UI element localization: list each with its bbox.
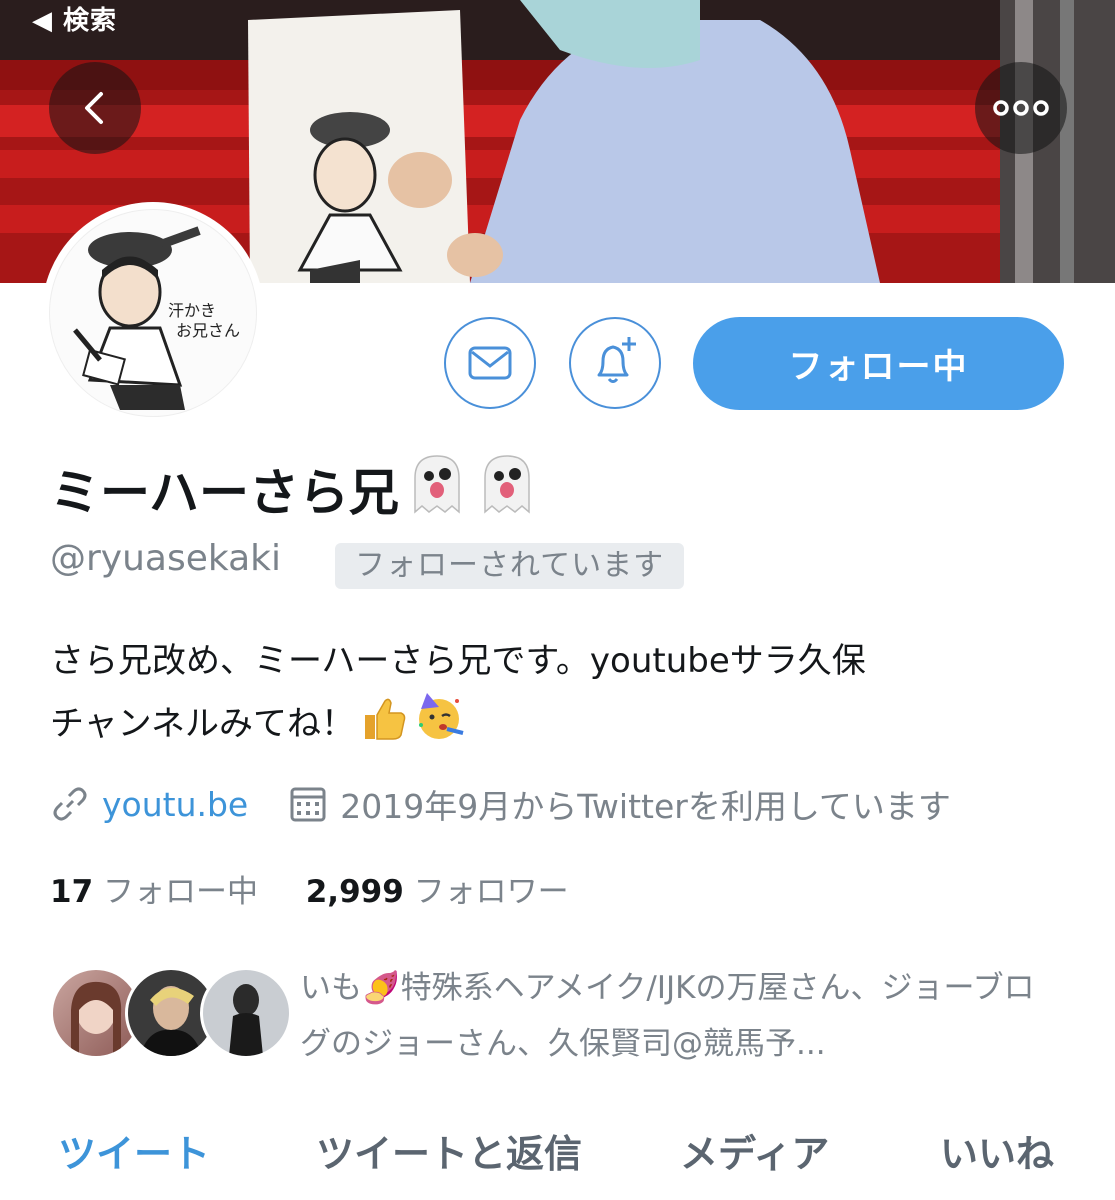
user-handle: @ryuasekaki [50,538,282,579]
svg-text:汗かき: 汗かき [168,302,216,320]
profile-meta: youtu.be 2019年9月からTwitterを利用しています [50,780,951,828]
followers-label: フォロワー [413,874,569,910]
back-icon [85,92,103,124]
profile-tabs: ツイート ツイートと返信 メディア いいね [0,1115,1115,1200]
tab-likes[interactable]: いいね [940,1123,1054,1178]
mail-icon [468,346,512,380]
bell-plus-icon [597,337,636,383]
follows-you-badge: フォローされています [335,543,685,589]
followers-count: 2,999 [305,874,404,910]
follow-stats: 17 フォロー中 2,999 フォロワー [50,866,569,911]
profile-link[interactable]: youtu.be [102,785,248,824]
following-label: フォロー中 [103,874,258,910]
calendar-icon [290,787,326,822]
tab-tweets-replies[interactable]: ツイートと返信 [316,1123,582,1178]
avatar-handwritten-text: 汗かき お兄さん [168,302,240,340]
tab-tweets[interactable]: ツイート [58,1123,210,1178]
notifications-button[interactable] [569,317,661,409]
status-bar-back[interactable]: ◀ 検索 [32,0,117,37]
message-button[interactable] [444,317,536,409]
bio-line-2: チャンネルみてね！ [50,704,355,744]
following-stat[interactable]: 17 フォロー中 [50,874,258,910]
thumbs-up-emoji [359,693,409,760]
joined-date: 2019年9月からTwitterを利用しています [340,787,951,826]
more-icon [993,100,1049,116]
following-count: 17 [50,874,94,910]
ghost-emoji [475,452,539,528]
profile-avatar[interactable]: 汗かき お兄さん [42,202,264,424]
known-followers-text: いも🍠特殊系ヘアメイク/IJKの万屋さん、ジョーブログのジョーさん、久保賢司@競… [300,970,1035,1062]
following-button[interactable]: フォロー中 [693,317,1064,410]
followers-stat[interactable]: 2,999 フォロワー [306,874,569,910]
display-name: ミーハーさら兄 [50,452,539,528]
party-face-emoji [413,689,467,760]
tab-media[interactable]: メディア [680,1123,829,1178]
known-followers[interactable]: いも🍠特殊系ヘアメイク/IJKの万屋さん、ジョーブログのジョーさん、久保賢司@競… [50,962,1070,1072]
ghost-emoji [405,452,469,528]
follower-avatar [200,967,292,1059]
bio-line-2-wrap: チャンネルみてね！ [50,689,1070,760]
display-name-text: ミーハーさら兄 [50,464,399,522]
more-button[interactable] [975,62,1067,154]
svg-text:お兄さん: お兄さん [176,321,240,340]
back-button[interactable] [49,62,141,154]
link-icon [53,787,87,821]
profile-bio: さら兄改め、ミーハーさら兄です。youtubeサラ久保 チャンネルみてね！ [50,633,1070,760]
avatar-illustration: 汗かき お兄さん [49,209,257,417]
bio-line-1: さら兄改め、ミーハーさら兄です。youtubeサラ久保 [50,641,866,681]
